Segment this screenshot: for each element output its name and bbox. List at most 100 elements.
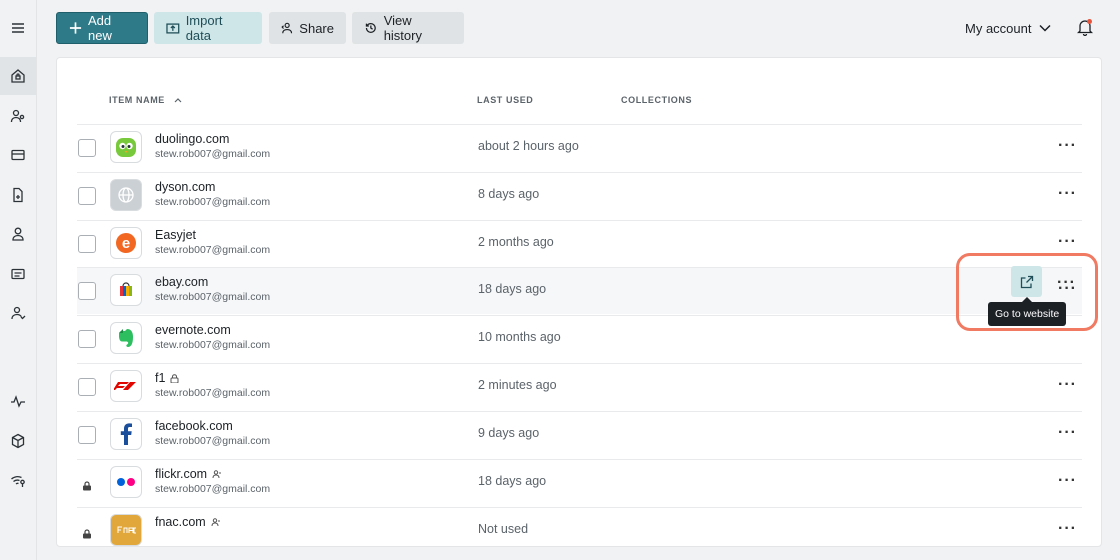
table-row[interactable]: e Easyjet stew.rob007@gmail.com 2 months… — [77, 220, 1082, 267]
item-name[interactable]: flickr.com — [155, 467, 222, 481]
card-icon[interactable] — [0, 136, 36, 174]
notification-bell-icon[interactable] — [1076, 16, 1094, 38]
ebay-logo-icon — [110, 274, 142, 306]
import-data-label: Import data — [185, 13, 223, 43]
lock-icon — [170, 373, 179, 383]
header-item-name[interactable]: ITEM NAME — [109, 95, 182, 105]
sort-asc-icon — [174, 95, 182, 105]
left-rail — [0, 0, 37, 560]
row-checkbox[interactable] — [78, 282, 96, 300]
evernote-logo-icon — [110, 322, 142, 354]
table-row[interactable]: fnac.com Not used ··· — [77, 507, 1082, 546]
item-name[interactable]: dyson.com — [155, 180, 215, 194]
item-email: stew.rob007@gmail.com — [155, 196, 271, 208]
table-row[interactable]: evernote.com stew.rob007@gmail.com 10 mo… — [77, 315, 1082, 362]
table-row[interactable]: ebay.com stew.rob007@gmail.com 18 days a… — [77, 267, 1082, 314]
toolbar: Add new Import data Share View history — [56, 12, 1120, 44]
menu-icon[interactable] — [0, 9, 36, 47]
row-checkbox[interactable] — [78, 235, 96, 253]
shared-icon — [211, 517, 220, 526]
share-user-icon — [281, 22, 293, 34]
item-email: stew.rob007@gmail.com — [155, 148, 271, 160]
header-item-name-label: ITEM NAME — [109, 95, 165, 105]
duolingo-logo-icon — [110, 131, 142, 163]
item-email: stew.rob007@gmail.com — [155, 244, 271, 256]
more-options-icon[interactable]: ··· — [1058, 233, 1077, 251]
items-panel: ITEM NAME LAST USED COLLECTIONS duolingo… — [56, 57, 1102, 547]
table-row[interactable]: f1 stew.rob007@gmail.com 2 minutes ago ·… — [77, 363, 1082, 410]
view-history-label: View history — [383, 13, 422, 43]
fnac-logo-icon — [110, 514, 142, 546]
account-label: My account — [965, 20, 1032, 36]
row-checkbox[interactable] — [78, 187, 96, 205]
last-used: 10 months ago — [478, 330, 561, 344]
view-history-button[interactable]: View history — [352, 12, 464, 44]
more-options-icon[interactable]: ··· — [1058, 137, 1077, 155]
activity-icon[interactable] — [0, 382, 36, 420]
last-used: about 2 hours ago — [478, 139, 579, 153]
item-name[interactable]: duolingo.com — [155, 132, 229, 146]
table-row[interactable]: dyson.com stew.rob007@gmail.com 8 days a… — [77, 172, 1082, 219]
import-data-button[interactable]: Import data — [154, 12, 262, 44]
last-used: 2 months ago — [478, 235, 554, 249]
plus-icon — [69, 22, 82, 34]
globe-icon — [110, 179, 142, 211]
person-icon[interactable] — [0, 215, 36, 253]
row-checkbox[interactable] — [78, 139, 96, 157]
account-menu[interactable]: My account — [965, 12, 1052, 44]
more-options-icon[interactable]: ··· — [1058, 472, 1077, 490]
facebook-logo-icon — [110, 418, 142, 450]
more-options-icon[interactable]: ··· — [1058, 185, 1077, 203]
svg-text:e: e — [122, 235, 130, 252]
share-label: Share — [299, 20, 334, 36]
easyjet-logo-icon: e — [110, 227, 142, 259]
item-email: stew.rob007@gmail.com — [155, 291, 271, 303]
document-icon[interactable] — [0, 176, 36, 214]
table-row[interactable]: duolingo.com stew.rob007@gmail.com about… — [77, 124, 1082, 171]
id-card-icon[interactable] — [0, 255, 36, 293]
row-checkbox[interactable] — [78, 330, 96, 348]
item-name[interactable]: ebay.com — [155, 275, 208, 289]
item-email: stew.rob007@gmail.com — [155, 435, 271, 447]
share-button[interactable]: Share — [269, 12, 346, 44]
last-used: Not used — [478, 522, 529, 536]
add-new-label: Add new — [88, 13, 112, 43]
item-name[interactable]: fnac.com — [155, 515, 220, 529]
more-options-icon[interactable]: ··· — [1058, 520, 1077, 538]
item-name[interactable]: facebook.com — [155, 419, 233, 433]
locked-item-icon — [82, 526, 92, 539]
more-options-icon[interactable]: ··· — [1058, 376, 1077, 394]
shared-icon — [212, 469, 222, 478]
add-new-button[interactable]: Add new — [56, 12, 148, 44]
locked-item-icon — [82, 478, 92, 491]
last-used: 18 days ago — [478, 282, 547, 296]
table-row[interactable]: flickr.com stew.rob007@gmail.com 18 days… — [77, 459, 1082, 506]
item-name[interactable]: evernote.com — [155, 323, 231, 337]
row-checkbox[interactable] — [78, 426, 96, 444]
annotation-highlight — [956, 253, 1098, 331]
item-email: stew.rob007@gmail.com — [155, 387, 271, 399]
import-icon — [166, 23, 180, 34]
item-email: stew.rob007@gmail.com — [155, 339, 271, 351]
header-last-used[interactable]: LAST USED — [477, 95, 533, 105]
shared-user-icon[interactable] — [0, 294, 36, 332]
last-used: 8 days ago — [478, 187, 540, 201]
row-checkbox[interactable] — [78, 378, 96, 396]
header-collections[interactable]: COLLECTIONS — [621, 95, 692, 105]
vault-icon[interactable] — [0, 57, 36, 95]
item-name[interactable]: f1 — [155, 371, 179, 385]
cube-icon[interactable] — [0, 422, 36, 460]
item-email: stew.rob007@gmail.com — [155, 483, 271, 495]
users-icon[interactable] — [0, 97, 36, 135]
last-used: 9 days ago — [478, 426, 540, 440]
wifi-key-icon[interactable] — [0, 461, 36, 499]
f1-logo-icon — [110, 370, 142, 402]
last-used: 18 days ago — [478, 474, 547, 488]
item-name[interactable]: Easyjet — [155, 228, 196, 242]
chevron-down-icon — [1039, 24, 1052, 32]
more-options-icon[interactable]: ··· — [1058, 424, 1077, 442]
last-used: 2 minutes ago — [478, 378, 557, 392]
history-icon — [365, 22, 376, 34]
flickr-logo-icon — [110, 466, 142, 498]
table-row[interactable]: facebook.com stew.rob007@gmail.com 9 day… — [77, 411, 1082, 458]
